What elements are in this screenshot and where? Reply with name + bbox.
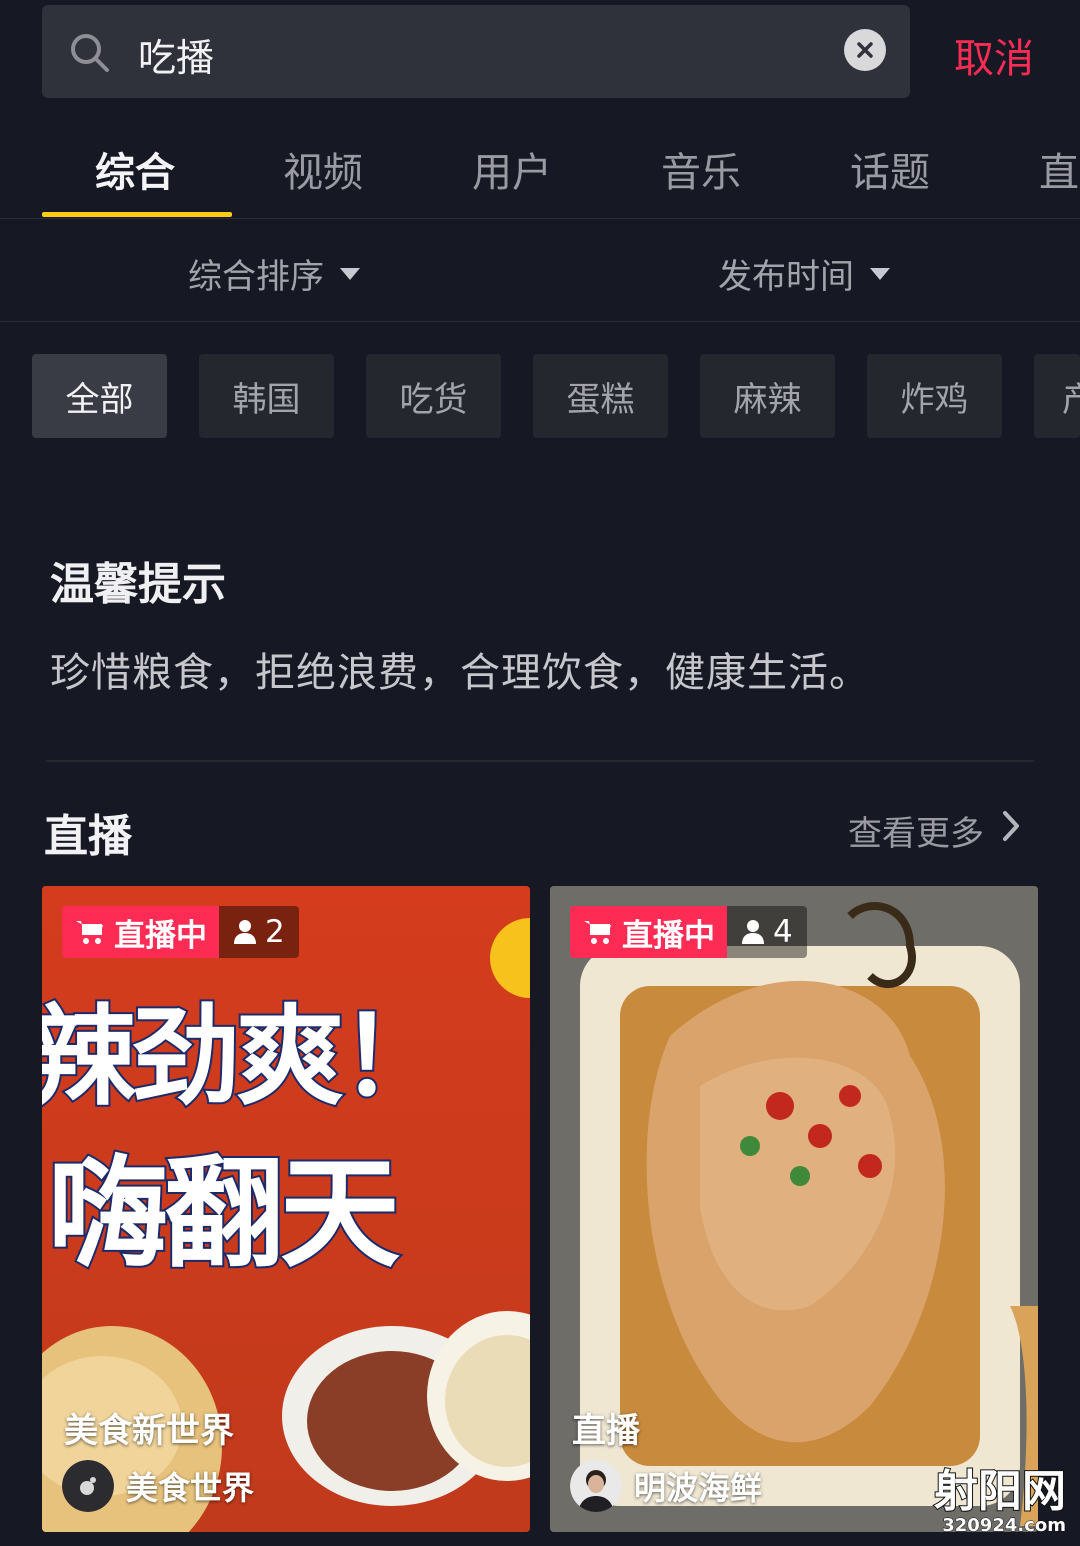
chip-foodie[interactable]: 吃货 (366, 354, 501, 438)
tip-text: 珍惜粮食，拒绝浪费，合理饮食，健康生活。 (50, 650, 870, 696)
cancel-button[interactable]: 取消 (954, 26, 1034, 84)
filter-chips: 全部 韩国 吃货 蛋糕 麻辣 炸鸡 产 (0, 354, 1080, 438)
tip-title: 温馨提示 (50, 559, 226, 610)
caret-down-icon (870, 267, 890, 280)
live-badge: 直播中 4 (570, 906, 807, 958)
view-more-link[interactable]: 查看更多 (848, 806, 1020, 855)
tab-user[interactable]: 用户 (472, 140, 552, 198)
chevron-right-icon (1002, 810, 1020, 851)
live-status: 直播中 (622, 917, 715, 954)
chip-korea[interactable]: 韩国 (199, 354, 334, 438)
watermark-sub: 320924.com (942, 1515, 1067, 1537)
live-badge: 直播中 2 (62, 906, 299, 958)
site-watermark: 射阳网 320924.com (933, 1466, 1067, 1537)
view-more-label: 查看更多 (848, 814, 984, 854)
live-section-title: 直播 (44, 811, 132, 862)
tab-music[interactable]: 音乐 (661, 140, 741, 198)
chip-fried-chicken[interactable]: 炸鸡 (867, 354, 1002, 438)
person-icon (234, 920, 256, 944)
tab-comprehensive[interactable]: 综合 (95, 140, 175, 198)
card-author[interactable]: 明波海鲜 (570, 1460, 762, 1512)
search-icon (68, 31, 112, 79)
author-name: 美食世界 (126, 1469, 255, 1507)
search-input[interactable]: 吃播 (138, 27, 214, 82)
publish-time-dropdown[interactable]: 发布时间 (718, 249, 890, 298)
cart-icon (76, 921, 103, 944)
author-name: 明波海鲜 (634, 1469, 763, 1507)
sort-bar: 综合排序 发布时间 (0, 219, 1080, 322)
divider (46, 760, 1034, 762)
chip-spicy[interactable]: 麻辣 (700, 354, 835, 438)
viewer-count: 4 (773, 914, 793, 950)
sort-order-dropdown[interactable]: 综合排序 (188, 249, 360, 298)
watermark-main: 射阳网 (933, 1466, 1067, 1517)
live-card[interactable]: 辣劲爽！ 嗨翻天 直播中 2 美食新世界 美食世界 (42, 886, 530, 1532)
search-bar[interactable]: 吃播 (42, 5, 910, 98)
live-card[interactable]: 直播中 4 直播 明波海鲜 (550, 886, 1038, 1532)
result-tabs: 综合 视频 用户 音乐 话题 直 (0, 110, 1080, 219)
avatar (62, 1460, 114, 1512)
chip-cake[interactable]: 蛋糕 (533, 354, 668, 438)
caret-down-icon (340, 267, 360, 280)
banner-line-1: 辣劲爽！ (42, 993, 450, 1122)
tab-video[interactable]: 视频 (283, 140, 363, 198)
person-icon (742, 920, 764, 944)
chip-partial[interactable]: 产 (1034, 354, 1080, 438)
viewer-count: 2 (265, 914, 285, 950)
card-title: 美食新世界 (64, 1411, 234, 1451)
sort-order-label: 综合排序 (188, 257, 324, 297)
tab-topic[interactable]: 话题 (850, 140, 930, 198)
clear-icon[interactable] (844, 29, 886, 71)
card-title: 直播 (572, 1411, 640, 1451)
chip-all[interactable]: 全部 (32, 354, 167, 438)
tab-live[interactable]: 直 (1039, 140, 1079, 198)
card-author[interactable]: 美食世界 (62, 1460, 254, 1512)
banner-line-2: 嗨翻天 (46, 1143, 402, 1286)
live-status: 直播中 (114, 917, 207, 954)
publish-time-label: 发布时间 (718, 257, 854, 297)
avatar (570, 1460, 622, 1512)
tab-indicator (42, 212, 232, 217)
cart-icon (584, 921, 611, 944)
